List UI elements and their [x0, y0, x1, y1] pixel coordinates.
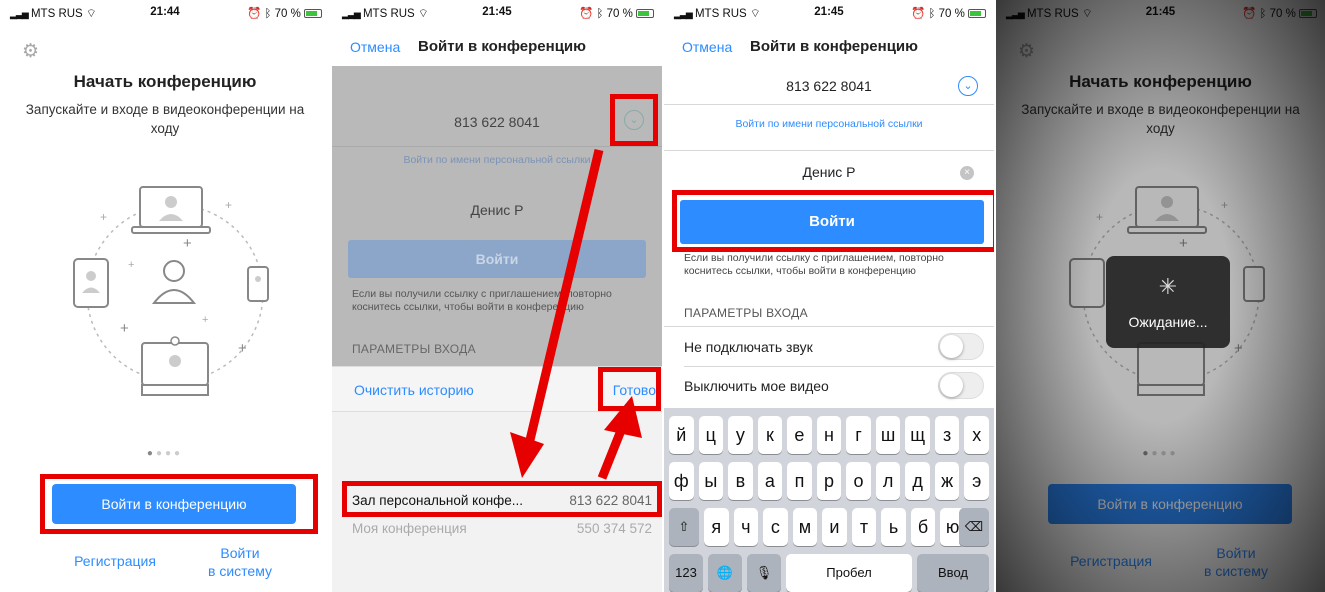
key-в[interactable]: в [728, 462, 753, 500]
shift-key[interactable]: ⇧ [669, 508, 699, 546]
signup-link[interactable]: Регистрация [60, 552, 170, 570]
status-bar: ▂▃▅ MTS RUS ⌔ 21:44 ⏰ ᛒ 70 % [0, 0, 330, 22]
annotation-highlight-join [672, 190, 994, 252]
enter-key[interactable]: Ввод [917, 554, 989, 592]
clear-text-icon[interactable]: × [960, 166, 974, 180]
key-л[interactable]: л [875, 462, 901, 500]
svg-text:+: + [183, 235, 192, 252]
key-щ[interactable]: щ [905, 416, 930, 454]
page-subtitle: Запускайте и входе в видеоконференции на… [25, 102, 305, 136]
key-е[interactable]: е [787, 416, 812, 454]
key-ц[interactable]: ц [698, 416, 724, 454]
join-form-screen: ▂▃▅ MTS RUS ⌔ 21:45 ⏰ ᛒ 70 % Отмена Войт… [664, 0, 994, 592]
key-ш[interactable]: ш [875, 416, 901, 454]
cancel-button[interactable]: Отмена [682, 39, 732, 55]
bluetooth-icon: ᛒ [928, 8, 936, 20]
key-г[interactable]: г [846, 416, 871, 454]
join-history-screen: ▂▃▅ MTS RUS ⌔ 21:45 ⏰ ᛒ 70 % Отмена Войт… [332, 0, 662, 592]
key-н[interactable]: н [816, 416, 842, 454]
key-ь[interactable]: ь [881, 508, 906, 546]
spinner-icon: ✳ [1158, 274, 1178, 299]
page-title: Начать конференцию [73, 72, 257, 91]
no-audio-option: Не подключать звук [664, 328, 994, 366]
key-у[interactable]: у [728, 416, 753, 454]
backspace-key[interactable]: ⌫ [959, 508, 989, 546]
no-video-toggle[interactable] [938, 372, 984, 399]
nav-bar: Отмена Войти в конференцию [664, 32, 994, 62]
microphone-icon[interactable]: 🎙 [747, 554, 781, 592]
key-з[interactable]: з [934, 416, 960, 454]
key-м[interactable]: м [792, 508, 818, 546]
key-й[interactable]: й [669, 416, 694, 454]
key-ч[interactable]: ч [733, 508, 759, 546]
key-я[interactable]: я [704, 508, 729, 546]
key-э[interactable]: э [964, 462, 989, 500]
conference-illustration: + + + + + + + [73, 186, 269, 396]
keyboard: й ц у к е н г ш щ з х ф ы в а п р о л д ж э ⇧ я ч с м и т ь б ю ⌫ 123 🌐 🎙 Пр… [664, 408, 994, 592]
waiting-indicator: ✳ Ожидание... [1106, 256, 1230, 348]
numbers-key[interactable]: 123 [669, 554, 703, 592]
start-screen: ▂▃▅ MTS RUS ⌔ 21:44 ⏰ ᛒ 70 % ⚙ Начать ко… [0, 0, 330, 592]
page-title: Войти в конференцию [750, 38, 918, 55]
svg-text:+: + [128, 259, 134, 271]
personal-link[interactable]: Войти по имени персональной ссылки [664, 118, 994, 130]
key-ф[interactable]: ф [669, 462, 694, 500]
key-о[interactable]: о [846, 462, 871, 500]
section-label: ПАРАМЕТРЫ ВХОДА [684, 306, 808, 320]
annotation-highlight-join [40, 474, 318, 534]
join-hint: Если вы получили ссылку с приглашением, … [684, 252, 944, 277]
no-audio-toggle[interactable] [938, 333, 984, 360]
bluetooth-icon: ᛒ [264, 8, 272, 20]
battery-icon [968, 9, 986, 18]
meeting-id-input[interactable]: 813 622 8041 [664, 78, 994, 94]
signin-link[interactable]: Войтив систему [190, 544, 290, 580]
key-к[interactable]: к [757, 416, 783, 454]
status-bar: ▂▃▅ MTS RUS ⌔ 21:45 ⏰ ᛒ 70 % [664, 0, 994, 22]
key-и[interactable]: и [822, 508, 847, 546]
key-с[interactable]: с [763, 508, 788, 546]
svg-text:+: + [100, 210, 107, 224]
battery-icon [304, 9, 322, 18]
key-х[interactable]: х [964, 416, 989, 454]
settings-gear-icon[interactable]: ⚙ [22, 40, 39, 63]
key-ы[interactable]: ы [698, 462, 724, 500]
key-д[interactable]: д [905, 462, 930, 500]
tutorial-screens: ▂▃▅ MTS RUS ⌔ 21:44 ⏰ ᛒ 70 % ⚙ Начать ко… [0, 0, 1325, 592]
history-dropdown-icon[interactable]: ⌄ [958, 76, 978, 96]
svg-text:+: + [120, 320, 129, 337]
key-б[interactable]: б [910, 508, 936, 546]
svg-text:+: + [238, 340, 247, 357]
key-п[interactable]: п [787, 462, 812, 500]
name-input[interactable]: Денис Р [664, 164, 994, 180]
space-key[interactable]: Пробел [786, 554, 912, 592]
key-а[interactable]: а [757, 462, 783, 500]
svg-text:+: + [202, 314, 208, 326]
waiting-label: Ожидание... [1128, 314, 1208, 330]
svg-text:+: + [225, 198, 232, 212]
alarm-icon: ⏰ [246, 8, 262, 20]
alarm-icon: ⏰ [910, 8, 926, 20]
waiting-screen: ▂▃▅ MTS RUS ⌔ 21:45 ⏰ ᛒ 70 % ⚙ Начать ко… [996, 0, 1325, 592]
key-ж[interactable]: ж [934, 462, 960, 500]
key-р[interactable]: р [816, 462, 842, 500]
globe-icon[interactable]: 🌐 [708, 554, 742, 592]
no-video-option: Выключить мое видео [664, 367, 994, 405]
annotation-arrows [510, 148, 642, 480]
key-т[interactable]: т [851, 508, 877, 546]
page-indicator: ●●●● [146, 448, 184, 459]
